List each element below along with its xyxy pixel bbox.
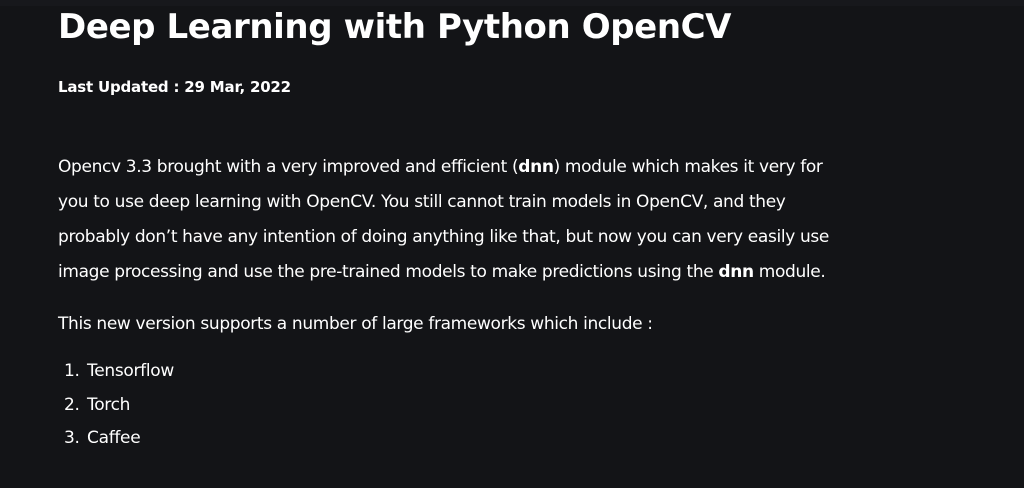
list-item: 3. Caffee xyxy=(64,422,174,456)
list-number: 1. xyxy=(64,361,80,381)
list-item: 2. Torch xyxy=(64,389,174,423)
frameworks-intro-paragraph: This new version supports a number of la… xyxy=(58,314,653,334)
text-segment: module. xyxy=(753,262,826,282)
list-item: 1. Tensorflow xyxy=(64,355,174,389)
intro-paragraph: Opencv 3.3 brought with a very improved … xyxy=(58,150,958,290)
list-number: 2. xyxy=(64,394,80,415)
text-segment: ) module which makes it very for xyxy=(553,157,823,177)
article-title: Deep Learning with Python OpenCV xyxy=(58,7,732,47)
bold-term-dnn: dnn xyxy=(518,157,554,177)
intro-line-1: Opencv 3.3 brought with a very improved … xyxy=(58,150,958,185)
intro-line-4: image processing and use the pre-trained… xyxy=(58,255,958,290)
intro-line-3: probably don’t have any intention of doi… xyxy=(58,227,830,247)
text-segment: image processing and use the pre-trained… xyxy=(58,262,719,282)
bold-term-dnn: dnn xyxy=(718,262,754,282)
intro-line-2: you to use deep learning with OpenCV. Yo… xyxy=(58,192,786,212)
list-number: 3. xyxy=(64,428,80,448)
last-updated-date: Last Updated : 29 Mar, 2022 xyxy=(58,78,291,96)
list-item-label: Caffee xyxy=(87,428,141,448)
list-item-label: Torch xyxy=(87,394,131,415)
frameworks-list: 1. Tensorflow 2. Torch 3. Caffee xyxy=(64,355,174,456)
text-segment: Opencv 3.3 brought with a very improved … xyxy=(58,157,519,177)
list-item-label: Tensorflow xyxy=(87,361,174,381)
